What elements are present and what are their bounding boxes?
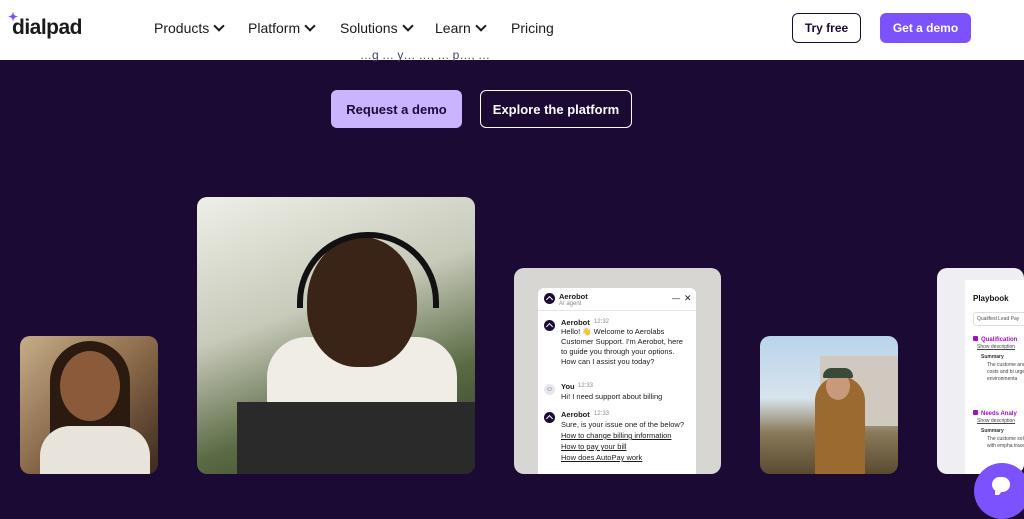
nav-learn[interactable]: Learn [435, 20, 487, 36]
summary-label: Summary [981, 428, 1004, 434]
chat-bubble-icon [992, 477, 1010, 495]
get-demo-button[interactable]: Get a demo [880, 13, 971, 43]
summary-text: The custome and ineffici costs and bi ur… [987, 362, 1024, 382]
message-text: Sure, is your issue one of the below? [561, 420, 684, 429]
explore-platform-button[interactable]: Explore the platform [480, 90, 632, 128]
logo-text: dialpad [12, 16, 83, 39]
nav-products[interactable]: Products [154, 20, 225, 36]
nav-solutions[interactable]: Solutions [340, 20, 414, 36]
minimize-icon[interactable]: — [672, 294, 680, 303]
message-text: Hello! 👋 Welcome to Aerolabs Customer Su… [561, 327, 683, 366]
playbook-select[interactable]: Qualified Lead Pay [973, 312, 1024, 326]
summary-text: The custome solutions for with empha tra… [987, 436, 1024, 449]
chevron-down-icon [401, 20, 414, 32]
request-demo-button[interactable]: Request a demo [331, 90, 462, 128]
nav-label: Solutions [340, 20, 398, 36]
chevron-down-icon [213, 20, 225, 32]
message-sender: Aerobot [561, 410, 590, 419]
photo-detail [60, 351, 120, 421]
photo-detail [40, 426, 150, 474]
message-time: 12:32 [594, 319, 610, 325]
chat-bot-sub: AI agent [559, 301, 582, 307]
headset-icon [297, 232, 439, 308]
chat-launcher-button[interactable] [974, 463, 1024, 519]
user-avatar-icon: ☺ [544, 384, 555, 395]
playbook-card: Playbook Qualified Lead Pay Qualificatio… [937, 268, 1024, 474]
photo-agent-headset [197, 197, 475, 474]
message-time: 12:33 [594, 411, 610, 417]
photo-detail [237, 402, 475, 474]
dialpad-logo[interactable]: ✦ dialpad [8, 10, 83, 40]
message-sender: You [561, 382, 575, 391]
show-description-link[interactable]: Show description [977, 418, 1015, 424]
playbook-panel: Playbook Qualified Lead Pay Qualificatio… [965, 280, 1024, 474]
message-sender: Aerobot [561, 318, 590, 327]
billing-link[interactable]: How to pay your bill [561, 442, 626, 451]
show-description-link[interactable]: Show description [977, 344, 1015, 350]
chat-widget-card: Aerobot AI agent — ✕ Aerobot 12:32 Hello… [514, 268, 721, 474]
billing-link[interactable]: How does AutoPay work [561, 453, 642, 462]
playbook-section-title: Needs Analy [973, 410, 1017, 417]
photo-detail [823, 368, 853, 378]
nav-pricing[interactable]: Pricing [511, 20, 554, 36]
nav-label: Learn [435, 20, 471, 36]
playbook-title: Playbook [973, 294, 1009, 303]
message-time: 12:33 [578, 383, 594, 389]
chat-bot-name: Aerobot [559, 292, 588, 301]
aerobot-avatar-icon [544, 412, 555, 423]
chevron-down-icon [304, 20, 316, 32]
nav-label: Pricing [511, 20, 554, 36]
try-free-button[interactable]: Try free [792, 13, 861, 43]
nav-platform[interactable]: Platform [248, 20, 316, 36]
photo-woman-phone [20, 336, 158, 474]
playbook-section-title: Qualification [973, 336, 1017, 343]
billing-link[interactable]: How to change billing information [561, 431, 671, 440]
summary-label: Summary [981, 354, 1004, 360]
nav-label: Platform [248, 20, 301, 36]
message-text: Hi! I need support about billing [561, 392, 663, 401]
chevron-down-icon [475, 20, 487, 32]
close-icon[interactable]: ✕ [684, 293, 692, 304]
hero-subline: …g … y… …, … p…, … [360, 48, 491, 62]
chat-header: Aerobot AI agent — ✕ [538, 288, 696, 311]
aerobot-avatar-icon [544, 320, 555, 331]
aerobot-avatar-icon [544, 293, 555, 304]
sparkle-icon: ✦ [8, 10, 18, 24]
nav-label: Products [154, 20, 210, 36]
chat-window: Aerobot AI agent — ✕ Aerobot 12:32 Hello… [538, 288, 696, 474]
photo-man-phone [760, 336, 898, 474]
